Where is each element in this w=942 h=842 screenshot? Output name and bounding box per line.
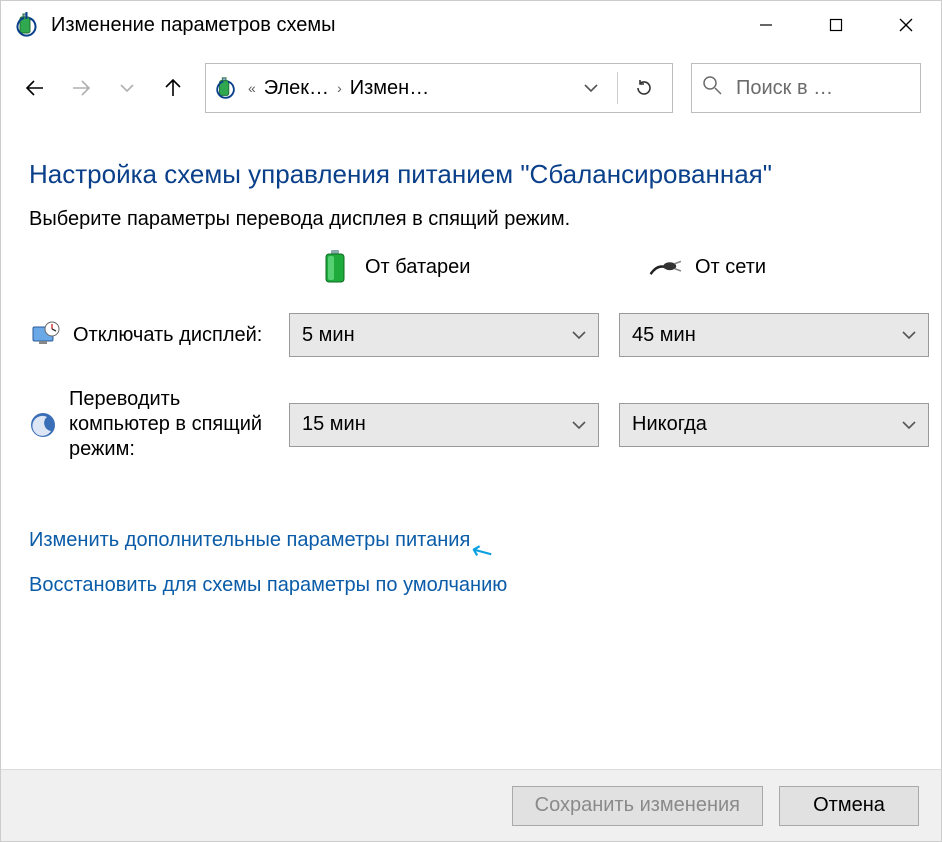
power-options-icon <box>212 74 240 102</box>
select-value: 45 мин <box>632 324 696 347</box>
up-button[interactable] <box>159 74 187 102</box>
page-subtext: Выберите параметры перевода дисплея в сп… <box>29 208 913 231</box>
sleep-moon-icon <box>29 409 57 441</box>
chevron-down-icon <box>572 417 586 433</box>
select-value: Никогда <box>632 413 707 436</box>
power-options-icon <box>13 11 41 39</box>
breadcrumb-segment-2[interactable]: Измен… <box>350 77 429 100</box>
chevron-down-icon <box>902 417 916 433</box>
recent-locations-button[interactable] <box>113 74 141 102</box>
select-value: 15 мин <box>302 413 366 436</box>
address-dropdown-button[interactable] <box>571 64 611 112</box>
display-clock-icon <box>29 319 61 351</box>
link-advanced-settings[interactable]: Изменить дополнительные параметры питани… <box>29 529 470 552</box>
breadcrumb-segment-1[interactable]: Элек… <box>264 77 329 100</box>
row-sleep: Переводить компьютер в спящий режим: <box>29 387 269 462</box>
column-header-battery-label: От батареи <box>365 256 470 279</box>
navigation-bar: « Элек… › Измен… Поиск в … <box>1 49 941 123</box>
minimize-button[interactable] <box>731 1 801 49</box>
forward-button[interactable] <box>67 74 95 102</box>
window-controls <box>731 1 941 49</box>
cancel-button[interactable]: Отмена <box>779 786 919 826</box>
select-display-off-plugged[interactable]: 45 мин <box>619 313 929 357</box>
plug-icon <box>649 251 681 283</box>
address-bar[interactable]: « Элек… › Измен… <box>205 63 673 113</box>
search-icon <box>702 75 722 101</box>
search-placeholder: Поиск в … <box>736 77 833 100</box>
page-heading: Настройка схемы управления питанием "Сба… <box>29 159 913 190</box>
divider <box>617 72 618 104</box>
close-button[interactable] <box>871 1 941 49</box>
refresh-button[interactable] <box>624 64 664 112</box>
window: Изменение параметров схемы <box>0 0 942 842</box>
search-input[interactable]: Поиск в … <box>691 63 921 113</box>
chevron-down-icon <box>902 327 916 343</box>
maximize-button[interactable] <box>801 1 871 49</box>
link-restore-defaults[interactable]: Восстановить для схемы параметры по умол… <box>29 574 507 597</box>
select-display-off-battery[interactable]: 5 мин <box>289 313 599 357</box>
save-button-label: Сохранить изменения <box>535 794 740 817</box>
titlebar: Изменение параметров схемы <box>1 1 941 49</box>
breadcrumb-root[interactable]: « <box>246 80 258 96</box>
column-header-battery: От батареи <box>289 251 599 283</box>
row-display-off-label: Отключать дисплей: <box>73 323 262 348</box>
select-sleep-battery[interactable]: 15 мин <box>289 403 599 447</box>
settings-grid: От батареи От сети <box>29 251 913 462</box>
column-header-plugged: От сети <box>619 251 929 283</box>
back-button[interactable] <box>21 74 49 102</box>
row-display-off: Отключать дисплей: <box>29 319 269 351</box>
save-button[interactable]: Сохранить изменения <box>512 786 763 826</box>
cancel-button-label: Отмена <box>813 794 885 817</box>
window-title: Изменение параметров схемы <box>51 14 731 37</box>
footer: Сохранить изменения Отмена <box>1 769 941 841</box>
annotation-arrow-icon: ↖ <box>465 533 499 571</box>
row-sleep-label: Переводить компьютер в спящий режим: <box>69 387 269 462</box>
select-value: 5 мин <box>302 324 355 347</box>
column-header-plugged-label: От сети <box>695 256 766 279</box>
links-area: Изменить дополнительные параметры питани… <box>29 522 913 619</box>
battery-icon <box>319 251 351 283</box>
select-sleep-plugged[interactable]: Никогда <box>619 403 929 447</box>
content-area: Настройка схемы управления питанием "Сба… <box>1 123 941 769</box>
chevron-down-icon <box>572 327 586 343</box>
chevron-right-icon[interactable]: › <box>335 80 344 96</box>
